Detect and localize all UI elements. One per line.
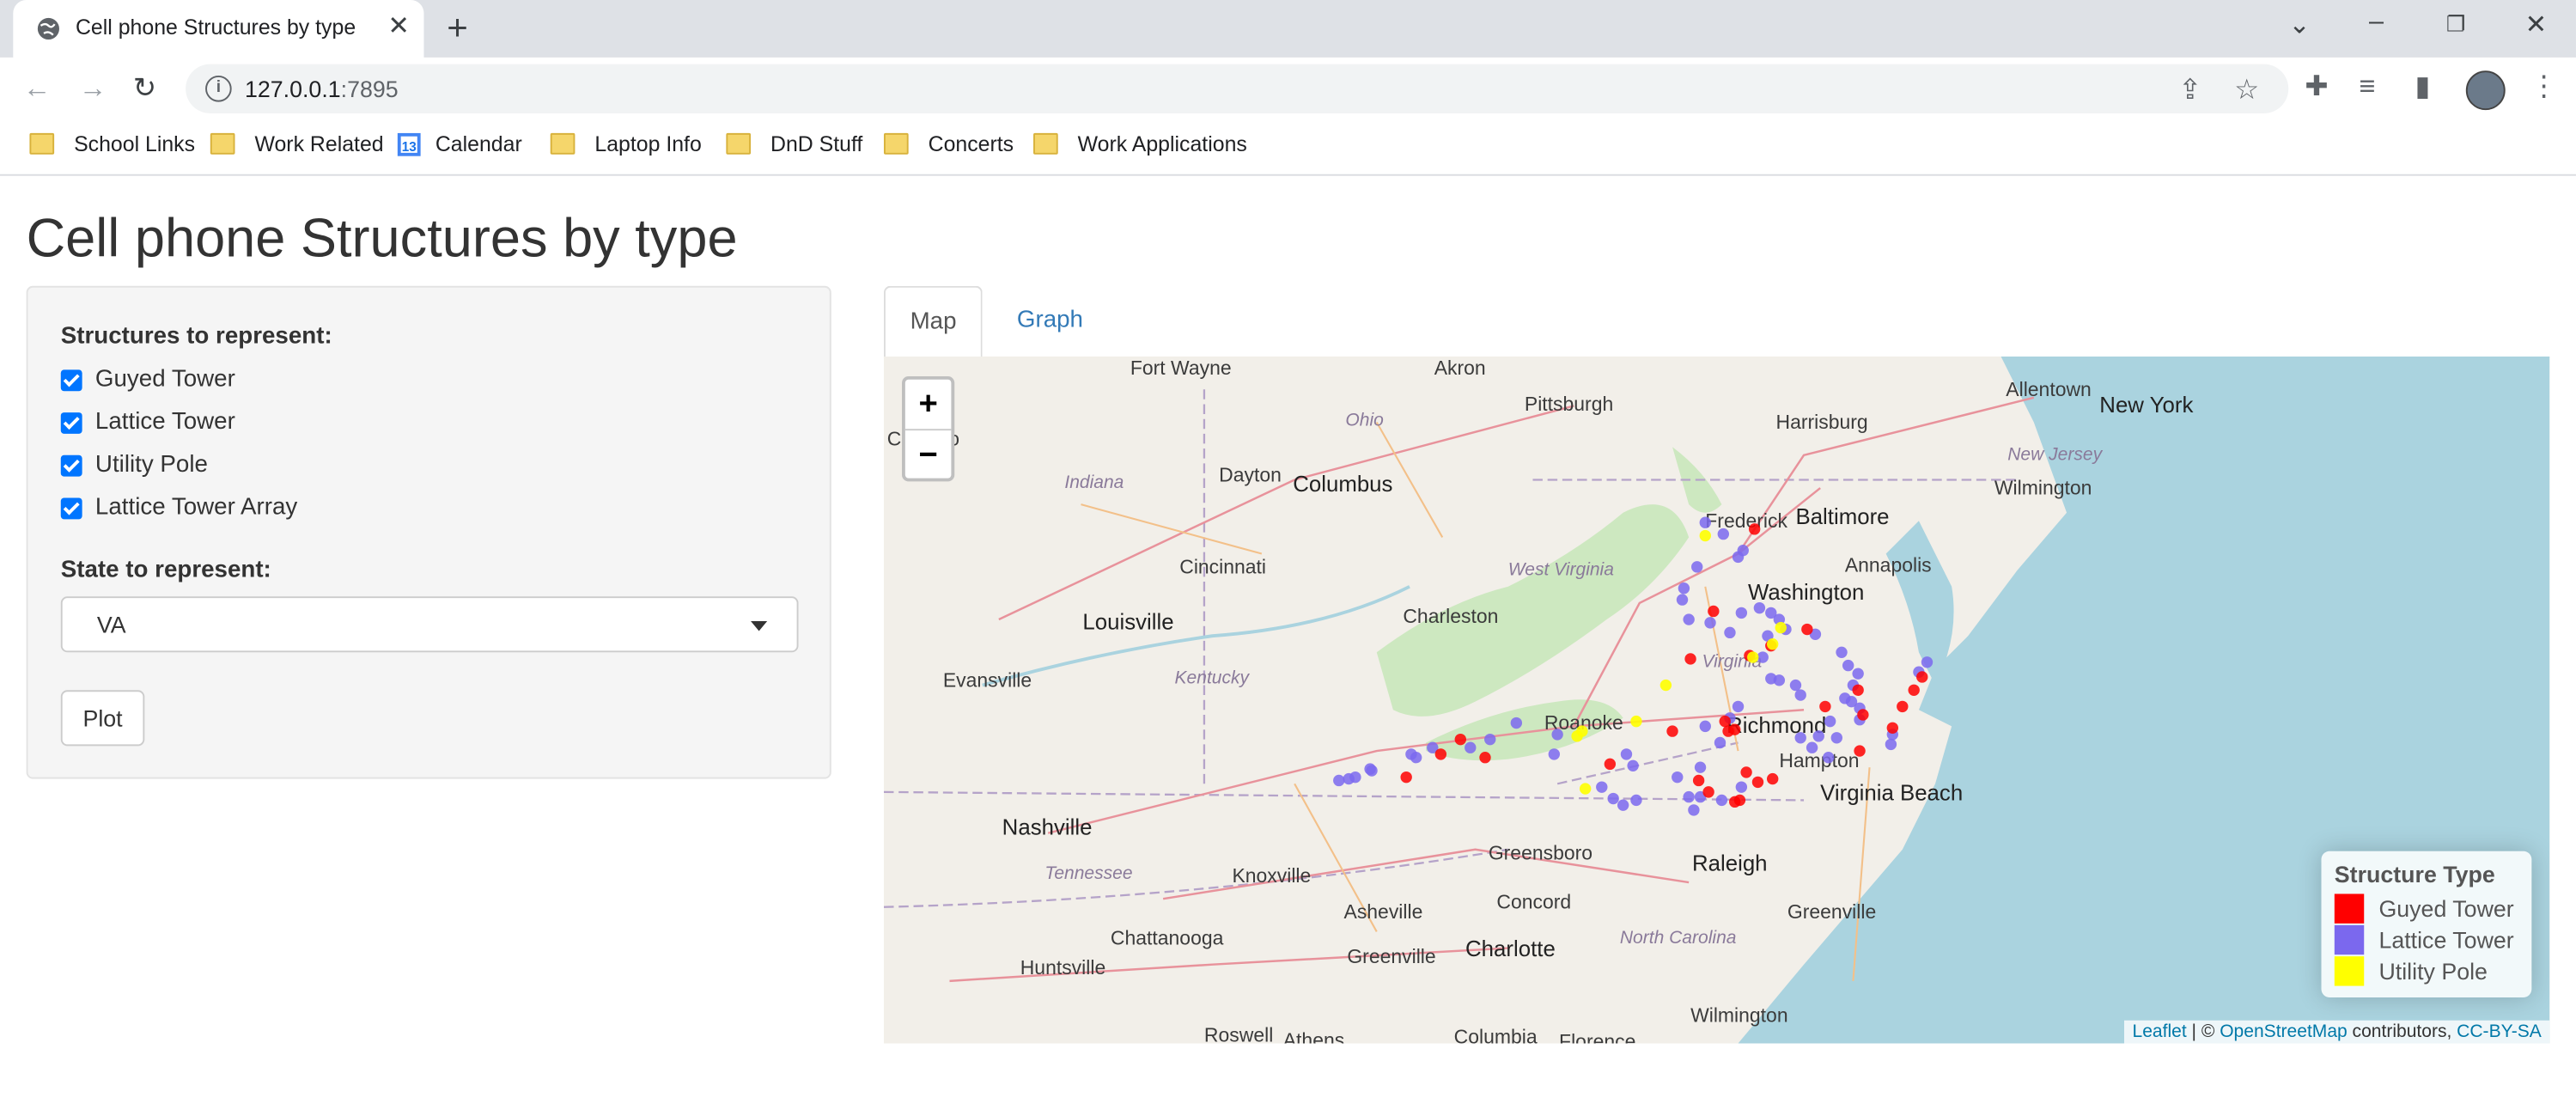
bookmark-school-links[interactable]: School Links	[29, 131, 195, 156]
legend-title: Structure Type	[2334, 861, 2495, 887]
bookmark-work-applications[interactable]: Work Applications	[1033, 131, 1247, 156]
marker-layer	[1333, 516, 1934, 816]
page-title: Cell phone Structures by type	[26, 206, 738, 268]
state-select[interactable]: VA	[60, 596, 799, 653]
extensions-icon[interactable]: ✚	[2305, 70, 2328, 103]
calendar-icon: 13	[397, 131, 421, 156]
tab-bar: Map Graph	[883, 285, 2550, 358]
state-select-value: VA	[96, 611, 126, 638]
browser-tab-strip: Cell phone Structures by type ✕ + ⌄ – ❐ …	[0, 0, 2576, 58]
new-tab-icon[interactable]: +	[447, 7, 468, 50]
globe-icon	[37, 17, 59, 40]
media-icon[interactable]: ≡	[2359, 70, 2375, 103]
forward-icon[interactable]: →	[79, 72, 107, 105]
profile-avatar[interactable]	[2465, 70, 2506, 111]
lattice-tower-markers	[1333, 516, 1934, 816]
osm-link[interactable]: OpenStreetMap	[2220, 1022, 2348, 1042]
checkbox-utility-pole[interactable]: Utility Pole	[60, 452, 208, 479]
structures-label: Structures to represent:	[60, 323, 332, 351]
map-legend: Structure Type Guyed Tower Lattice Tower…	[2321, 851, 2532, 997]
window-close-icon[interactable]: ✕	[2525, 9, 2548, 41]
side-panel-icon[interactable]: ▮	[2415, 70, 2431, 103]
bookmark-work-related[interactable]: Work Related	[210, 131, 384, 156]
plot-button[interactable]: Plot	[60, 690, 145, 747]
checkbox-lattice-tower[interactable]: Lattice Tower	[60, 409, 235, 436]
tab-search-icon[interactable]: ⌄	[2288, 9, 2311, 41]
bookmark-star-icon[interactable]: ☆	[2234, 74, 2259, 107]
browser-tab-title: Cell phone Structures by type	[75, 15, 356, 40]
checkbox-guyed-tower[interactable]: Guyed Tower	[60, 367, 235, 393]
checkbox-icon[interactable]	[60, 454, 82, 476]
url-text: 127.0.0.1:7895	[244, 75, 399, 102]
checkbox-icon[interactable]	[60, 497, 82, 519]
site-info-icon[interactable]: i	[205, 75, 232, 102]
checkbox-icon[interactable]	[60, 412, 82, 433]
bookmark-concerts[interactable]: Concerts	[883, 131, 1014, 156]
address-bar[interactable]: i 127.0.0.1:7895 ⇪ ☆	[186, 64, 2289, 113]
checkbox-lattice-tower-array[interactable]: Lattice Tower Array	[60, 495, 297, 521]
menu-icon[interactable]: ⋮	[2530, 70, 2558, 103]
tab-graph[interactable]: Graph	[992, 286, 1107, 357]
utility-pole-markers	[1571, 529, 1787, 795]
sidebar-panel: Structures to represent: Guyed Tower Lat…	[26, 285, 831, 779]
zoom-in-button[interactable]: +	[904, 380, 952, 431]
minimize-icon[interactable]: –	[2369, 9, 2384, 38]
leaflet-map[interactable]: Fort Wayne Akron Allentown New York Pitt…	[883, 357, 2550, 1044]
back-icon[interactable]: ←	[23, 72, 52, 105]
checkbox-icon[interactable]	[60, 369, 82, 391]
tab-map[interactable]: Map	[883, 285, 984, 358]
folder-icon	[883, 132, 909, 155]
bookmark-laptop-info[interactable]: Laptop Info	[550, 131, 702, 156]
legend-swatch	[2334, 955, 2365, 985]
map-attribution: Leaflet | © OpenStreetMap contributors, …	[2123, 1020, 2550, 1044]
folder-icon	[29, 132, 55, 155]
folder-icon	[210, 132, 235, 155]
restore-icon[interactable]: ❐	[2446, 11, 2465, 38]
bookmark-dnd-stuff[interactable]: DnD Stuff	[726, 131, 862, 156]
legend-item: Lattice Tower	[2334, 924, 2518, 954]
state-label: State to represent:	[60, 557, 271, 583]
zoom-control: + −	[902, 375, 955, 482]
reload-icon[interactable]: ↻	[133, 72, 156, 105]
folder-icon	[1033, 132, 1058, 155]
zoom-out-button[interactable]: −	[905, 430, 952, 479]
bookmark-calendar[interactable]: 13 Calendar	[397, 131, 522, 156]
folder-icon	[726, 132, 752, 155]
folder-icon	[550, 132, 575, 155]
leaflet-link[interactable]: Leaflet	[2132, 1022, 2186, 1042]
browser-tab[interactable]: Cell phone Structures by type ✕	[13, 0, 424, 58]
license-link[interactable]: CC-BY-SA	[2457, 1022, 2542, 1042]
caret-down-icon	[751, 620, 768, 631]
legend-swatch	[2334, 924, 2365, 954]
legend-item: Guyed Tower	[2334, 893, 2518, 924]
legend-swatch	[2334, 893, 2365, 923]
close-tab-icon[interactable]: ✕	[387, 9, 410, 42]
share-icon[interactable]: ⇪	[2178, 74, 2201, 107]
bookmarks-bar: School Links Work Related 13 Calendar Lap…	[0, 119, 2576, 176]
browser-toolbar: ← → ↻ i 127.0.0.1:7895 ⇪ ☆ ✚ ≡ ▮ ⋮	[0, 57, 2576, 120]
legend-item: Utility Pole	[2334, 954, 2518, 985]
